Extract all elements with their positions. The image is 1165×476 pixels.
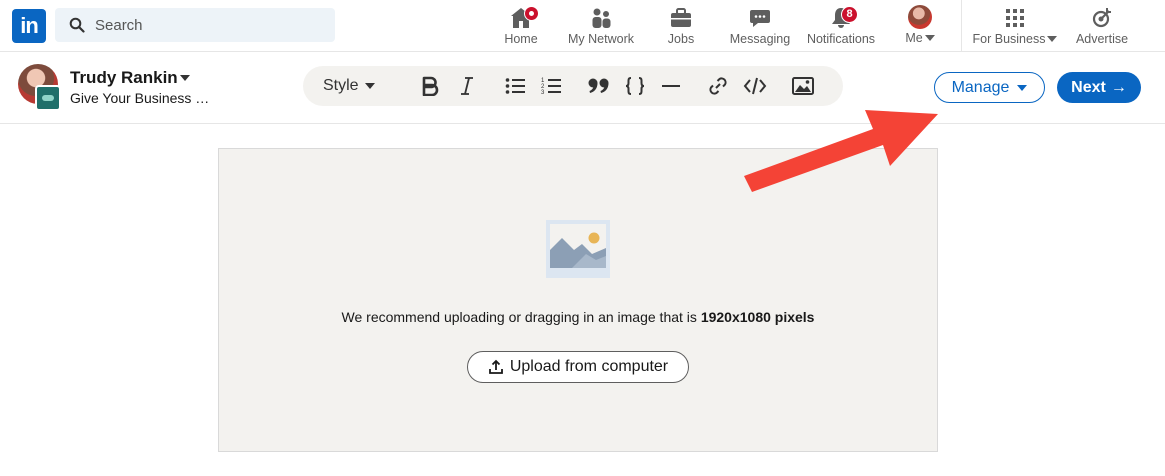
page-avatar bbox=[35, 85, 61, 111]
bold-button[interactable] bbox=[418, 71, 442, 101]
network-icon bbox=[565, 6, 637, 32]
nav-for-business-label: For Business bbox=[972, 32, 1046, 46]
nav-notifications[interactable]: 8 Notifications bbox=[803, 4, 879, 48]
upload-icon bbox=[488, 359, 503, 374]
italic-button[interactable] bbox=[455, 71, 479, 101]
linkedin-logo[interactable]: in bbox=[12, 9, 46, 43]
code-block-icon bbox=[625, 77, 645, 95]
numbered-list-button[interactable]: 1 2 3 bbox=[539, 71, 563, 101]
upload-label: Upload from computer bbox=[509, 358, 669, 375]
nav-me-label: Me bbox=[905, 31, 923, 45]
divider-button[interactable] bbox=[659, 71, 683, 101]
image-placeholder-icon bbox=[546, 220, 610, 278]
nav-my-network-label: My Network bbox=[568, 32, 634, 46]
nav-messaging[interactable]: Messaging bbox=[727, 4, 793, 48]
nav-home[interactable]: Home bbox=[500, 4, 542, 48]
image-icon bbox=[792, 77, 814, 95]
advertise-icon bbox=[1074, 6, 1130, 32]
author-switch-chevron-icon[interactable] bbox=[180, 75, 190, 81]
manage-button[interactable]: Manage bbox=[934, 72, 1045, 103]
bullet-list-icon bbox=[505, 78, 525, 94]
arrow-right-icon: → bbox=[1110, 78, 1127, 96]
nav-for-business[interactable]: For Business bbox=[970, 4, 1060, 48]
numbered-list-icon: 1 2 3 bbox=[541, 78, 561, 96]
home-icon bbox=[500, 6, 542, 32]
bullet-list-button[interactable] bbox=[503, 71, 527, 101]
nav-my-network[interactable]: My Network bbox=[565, 4, 637, 48]
quote-button[interactable] bbox=[587, 71, 611, 101]
me-avatar-wrap bbox=[900, 5, 940, 31]
messaging-icon bbox=[727, 6, 793, 32]
image-button[interactable] bbox=[791, 71, 815, 101]
quote-icon bbox=[588, 78, 609, 93]
nav-home-label: Home bbox=[504, 32, 538, 46]
red-arrow-annotation bbox=[744, 110, 938, 192]
chevron-down-icon bbox=[364, 83, 375, 89]
style-dropdown[interactable]: Style bbox=[323, 71, 375, 101]
recommend-text: We recommend uploading or dragging in an… bbox=[219, 309, 937, 325]
embed-icon bbox=[743, 77, 767, 95]
next-label: Next bbox=[1071, 78, 1106, 96]
style-label: Style bbox=[323, 77, 359, 94]
editor-header: Trudy Rankin Give Your Business … Style bbox=[0, 52, 1165, 124]
me-avatar bbox=[908, 5, 932, 29]
bold-icon bbox=[422, 76, 439, 96]
search-bar[interactable] bbox=[55, 8, 335, 42]
embed-button[interactable] bbox=[742, 71, 768, 101]
nav-me-label-wrap: Me bbox=[900, 31, 940, 45]
chevron-down-icon bbox=[1017, 84, 1028, 91]
divider-icon bbox=[662, 85, 680, 87]
nav-me[interactable]: Me bbox=[900, 4, 940, 48]
author-page-name: Give Your Business … bbox=[70, 90, 210, 106]
nav-divider bbox=[961, 0, 962, 52]
nav-for-business-label-wrap: For Business bbox=[970, 32, 1060, 46]
bell-icon: 8 bbox=[803, 6, 879, 32]
svg-text:3: 3 bbox=[541, 90, 545, 96]
nav-notifications-label: Notifications bbox=[806, 32, 876, 46]
grid-icon bbox=[970, 6, 1060, 32]
nav-jobs-label: Jobs bbox=[667, 32, 695, 46]
nav-advertise[interactable]: Advertise bbox=[1074, 4, 1130, 48]
home-notification-dot bbox=[524, 6, 539, 21]
manage-label: Manage bbox=[951, 78, 1010, 96]
italic-icon bbox=[461, 77, 473, 95]
nav-jobs[interactable]: Jobs bbox=[662, 4, 700, 48]
recommend-text-main: We recommend uploading or dragging in an… bbox=[341, 309, 701, 325]
code-block-button[interactable] bbox=[623, 71, 647, 101]
link-icon bbox=[709, 77, 727, 95]
next-button[interactable]: Next → bbox=[1057, 72, 1141, 103]
briefcase-icon bbox=[662, 6, 700, 32]
chevron-down-icon bbox=[1047, 36, 1058, 42]
recommend-dimensions: 1920x1080 pixels bbox=[700, 309, 815, 325]
global-nav: in Home My Network bbox=[0, 0, 1165, 52]
upload-from-computer-button[interactable]: Upload from computer bbox=[467, 351, 689, 383]
author-name[interactable]: Trudy Rankin bbox=[70, 68, 178, 88]
chevron-down-icon bbox=[924, 35, 935, 41]
search-icon bbox=[69, 17, 85, 33]
nav-messaging-label: Messaging bbox=[729, 32, 791, 46]
search-input[interactable] bbox=[95, 8, 325, 42]
nav-advertise-label: Advertise bbox=[1075, 32, 1129, 46]
notifications-badge: 8 bbox=[841, 6, 858, 23]
link-button[interactable] bbox=[706, 71, 730, 101]
